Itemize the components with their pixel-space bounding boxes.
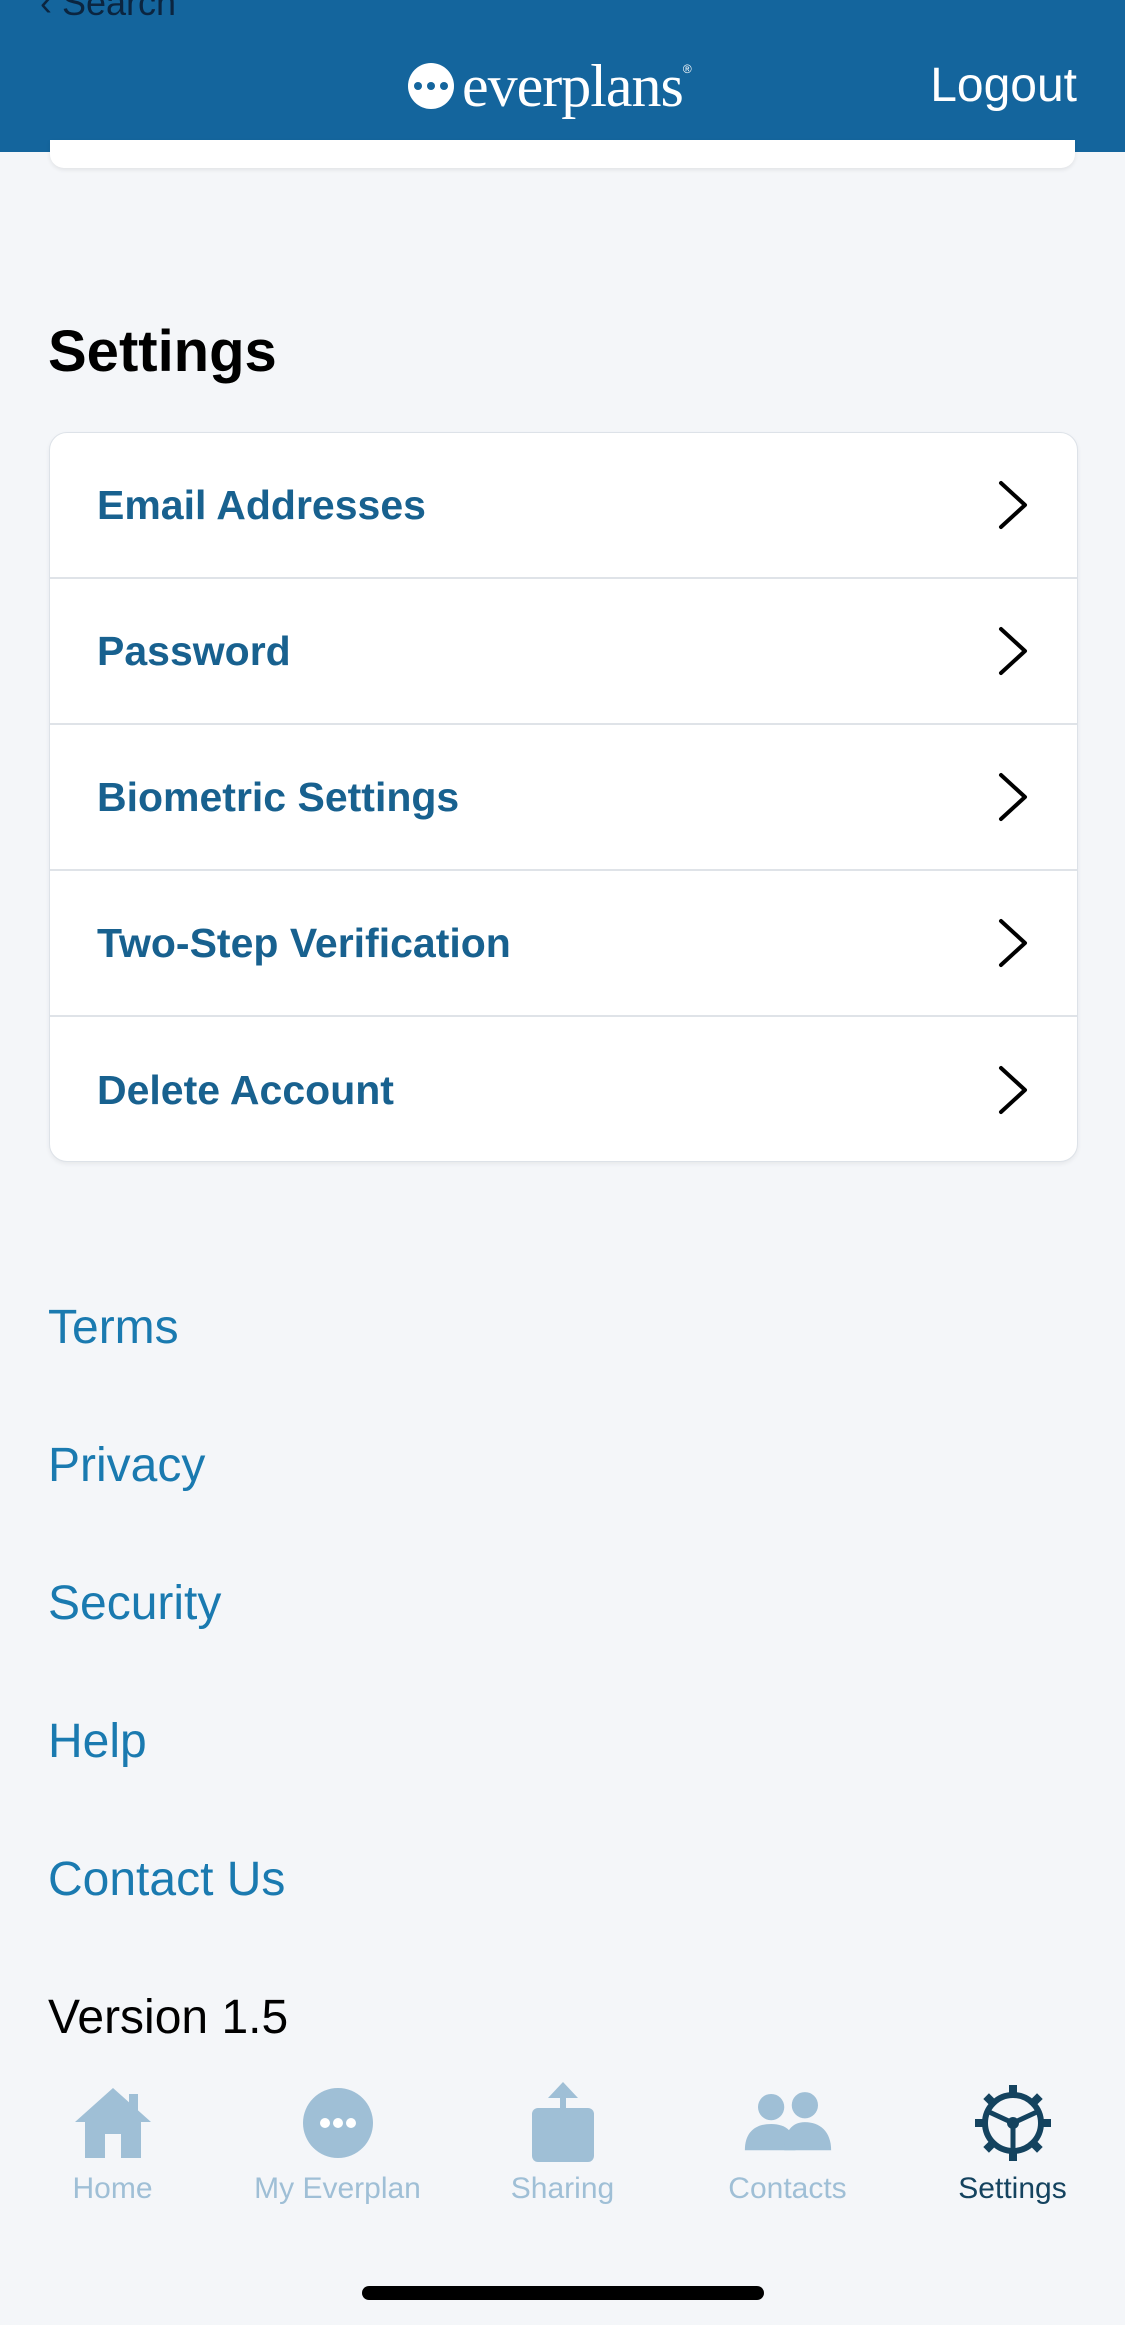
dots-icon bbox=[293, 2080, 383, 2166]
settings-row-label: Biometric Settings bbox=[97, 773, 460, 820]
chevron-right-icon bbox=[999, 919, 1027, 967]
help-link[interactable]: Help bbox=[48, 1714, 147, 1769]
tab-contacts[interactable]: Contacts bbox=[675, 2080, 900, 2206]
tab-label: Sharing bbox=[510, 2172, 615, 2205]
tab-label: Home bbox=[72, 2172, 153, 2205]
tab-label: Settings bbox=[958, 2172, 1067, 2205]
settings-row-label: Email Addresses bbox=[97, 481, 426, 528]
settings-row-biometric-settings[interactable]: Biometric Settings bbox=[50, 725, 1077, 871]
top-header: ‹ Search everplans ® Logout bbox=[0, 0, 1125, 152]
settings-row-password[interactable]: Password bbox=[50, 579, 1077, 725]
settings-row-email-addresses[interactable]: Email Addresses bbox=[50, 433, 1077, 579]
logo-mark-icon bbox=[408, 63, 454, 109]
tab-settings[interactable]: Settings bbox=[900, 2080, 1125, 2206]
everplans-logo: everplans ® bbox=[408, 56, 692, 116]
logout-button[interactable]: Logout bbox=[930, 58, 1077, 113]
privacy-link[interactable]: Privacy bbox=[48, 1438, 205, 1493]
tab-my-everplan[interactable]: My Everplan bbox=[225, 2080, 450, 2206]
app-version: Version 1.5 bbox=[48, 1991, 289, 2044]
terms-link[interactable]: Terms bbox=[48, 1300, 179, 1355]
settings-row-delete-account[interactable]: Delete Account bbox=[50, 1017, 1077, 1161]
settings-row-label: Two-Step Verification bbox=[97, 919, 511, 966]
logo-text: everplans bbox=[462, 53, 684, 119]
previous-card-edge bbox=[50, 140, 1075, 168]
home-indicator[interactable] bbox=[362, 2286, 764, 2300]
tab-home[interactable]: Home bbox=[0, 2080, 225, 2206]
share-icon bbox=[518, 2080, 608, 2166]
tab-label: My Everplan bbox=[254, 2172, 421, 2205]
contact-us-link[interactable]: Contact Us bbox=[48, 1852, 285, 1907]
settings-row-label: Delete Account bbox=[97, 1066, 394, 1113]
settings-section-title: Settings bbox=[48, 319, 277, 384]
chevron-right-icon bbox=[999, 627, 1027, 675]
tab-sharing[interactable]: Sharing bbox=[450, 2080, 675, 2206]
chevron-right-icon bbox=[999, 773, 1027, 821]
chevron-right-icon bbox=[999, 1066, 1027, 1114]
logo-registered-mark: ® bbox=[682, 62, 692, 76]
gear-icon bbox=[968, 2080, 1058, 2166]
settings-row-two-step-verification[interactable]: Two-Step Verification bbox=[50, 871, 1077, 1017]
back-link[interactable]: ‹ Search bbox=[40, 0, 176, 24]
settings-row-label: Password bbox=[97, 627, 291, 674]
tab-label: Contacts bbox=[728, 2172, 847, 2205]
settings-card: Email Addresses Password Biometric Setti… bbox=[49, 432, 1078, 1162]
chevron-right-icon bbox=[999, 481, 1027, 529]
home-icon bbox=[68, 2080, 158, 2166]
security-link[interactable]: Security bbox=[48, 1576, 221, 1631]
contacts-icon bbox=[743, 2080, 833, 2166]
